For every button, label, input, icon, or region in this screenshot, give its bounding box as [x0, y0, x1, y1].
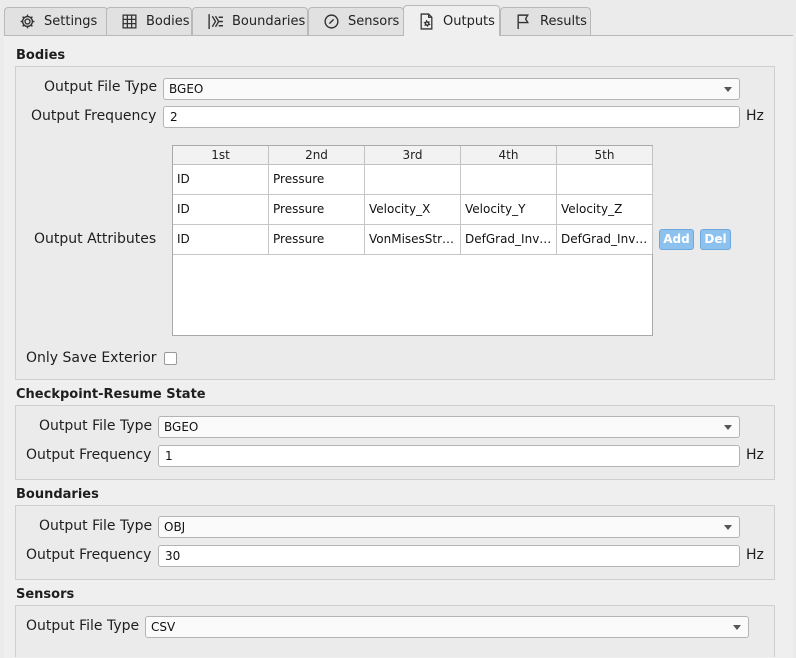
table-row[interactable]: ID Pressure Velocity_X Velocity_Y Veloci… [173, 194, 653, 225]
table-row[interactable]: ID Pressure [173, 164, 653, 195]
tab-sensors[interactable]: Sensors [308, 7, 404, 35]
table-cell[interactable]: Velocity_Z [557, 194, 653, 224]
tab-settings[interactable]: Settings [4, 7, 108, 35]
output-attributes-table[interactable]: 1st 2nd 3rd 4th 5th ID Pressure ID Press… [172, 145, 653, 336]
bodies-attributes-label: Output Attributes [34, 231, 157, 247]
tab-bodies-label: Bodies [146, 14, 190, 29]
only-save-exterior-checkbox[interactable] [164, 352, 177, 365]
chevron-down-icon [733, 625, 741, 630]
checkpoint-frequency-unit: Hz [746, 447, 764, 463]
bodies-icon [122, 14, 137, 29]
table-cell[interactable]: ID [173, 164, 269, 194]
bodies-frequency-input[interactable]: 2 [163, 106, 740, 128]
column-header-2nd[interactable]: 2nd [269, 146, 365, 164]
delete-attribute-button[interactable]: Del [700, 229, 731, 250]
column-header-1st[interactable]: 1st [173, 146, 269, 164]
only-save-exterior-label: Only Save Exterior [26, 350, 157, 366]
gear-icon [20, 14, 35, 29]
table-cell[interactable]: DefGrad_Inv… [461, 224, 557, 254]
tab-sensors-label: Sensors [348, 14, 400, 29]
checkpoint-frequency-input[interactable]: 1 [158, 445, 740, 467]
sensor-gauge-icon [324, 14, 339, 29]
sensors-file-type-value: CSV [151, 620, 176, 634]
sensors-section-title: Sensors [16, 587, 75, 602]
sensors-file-type-label: Output File Type [26, 618, 140, 634]
tab-outputs-label: Outputs [443, 13, 495, 29]
boundaries-frequency-input[interactable]: 30 [158, 545, 740, 567]
tab-bodies[interactable]: Bodies [106, 7, 192, 35]
sensors-file-type-select[interactable]: CSV [145, 616, 749, 638]
tab-results[interactable]: Results [500, 7, 591, 35]
table-cell[interactable]: Pressure [269, 164, 365, 194]
table-cell[interactable]: Velocity_Y [461, 194, 557, 224]
table-cell[interactable] [365, 164, 461, 194]
boundaries-frequency-label: Output Frequency [26, 547, 152, 563]
add-attribute-button[interactable]: Add [659, 229, 694, 250]
table-cell[interactable] [557, 164, 653, 194]
column-header-4th[interactable]: 4th [461, 146, 557, 164]
boundaries-file-type-value: OBJ [164, 520, 186, 534]
tab-results-label: Results [540, 14, 587, 29]
tab-settings-label: Settings [44, 14, 98, 29]
boundaries-file-type-label: Output File Type [39, 518, 153, 534]
boundaries-frequency-unit: Hz [746, 547, 764, 563]
bodies-file-type-select[interactable]: BGEO [163, 78, 740, 100]
chevron-down-icon [724, 87, 732, 92]
table-cell[interactable]: Velocity_X [365, 194, 461, 224]
bodies-frequency-label: Output Frequency [31, 108, 157, 124]
boundaries-file-type-select[interactable]: OBJ [158, 516, 740, 538]
table-cell[interactable]: DefGrad_Inv… [557, 224, 653, 254]
checkpoint-file-type-value: BGEO [164, 420, 199, 434]
column-header-5th[interactable]: 5th [557, 146, 653, 164]
boundaries-section-title: Boundaries [16, 487, 99, 502]
bodies-file-type-label: Output File Type [44, 79, 158, 95]
table-cell[interactable]: Pressure [269, 194, 365, 224]
chevron-down-icon [724, 525, 732, 530]
bodies-frequency-unit: Hz [746, 108, 764, 124]
table-row[interactable]: ID Pressure VonMisesStr… DefGrad_Inv… De… [173, 224, 653, 255]
flag-icon [517, 14, 529, 29]
bodies-section-title: Bodies [16, 48, 66, 63]
tab-outputs[interactable]: Outputs [403, 5, 500, 36]
checkpoint-file-type-label: Output File Type [39, 418, 153, 434]
bodies-file-type-value: BGEO [169, 82, 204, 96]
table-cell[interactable]: ID [173, 224, 269, 254]
checkpoint-file-type-select[interactable]: BGEO [158, 416, 740, 438]
checkpoint-section-title: Checkpoint-Resume State [16, 387, 206, 402]
table-cell[interactable] [461, 164, 557, 194]
boundaries-icon [208, 14, 223, 29]
column-header-3rd[interactable]: 3rd [365, 146, 461, 164]
table-cell[interactable]: ID [173, 194, 269, 224]
tab-bar: Settings Bodies Boundaries Sensors Outpu… [0, 0, 796, 36]
tab-boundaries-label: Boundaries [232, 14, 306, 29]
output-file-icon [420, 12, 433, 30]
tab-boundaries[interactable]: Boundaries [192, 7, 308, 35]
checkpoint-frequency-label: Output Frequency [26, 447, 152, 463]
table-cell[interactable]: Pressure [269, 224, 365, 254]
table-cell[interactable]: VonMisesStr… [365, 224, 461, 254]
table-header: 1st 2nd 3rd 4th 5th [173, 146, 653, 165]
chevron-down-icon [724, 425, 732, 430]
